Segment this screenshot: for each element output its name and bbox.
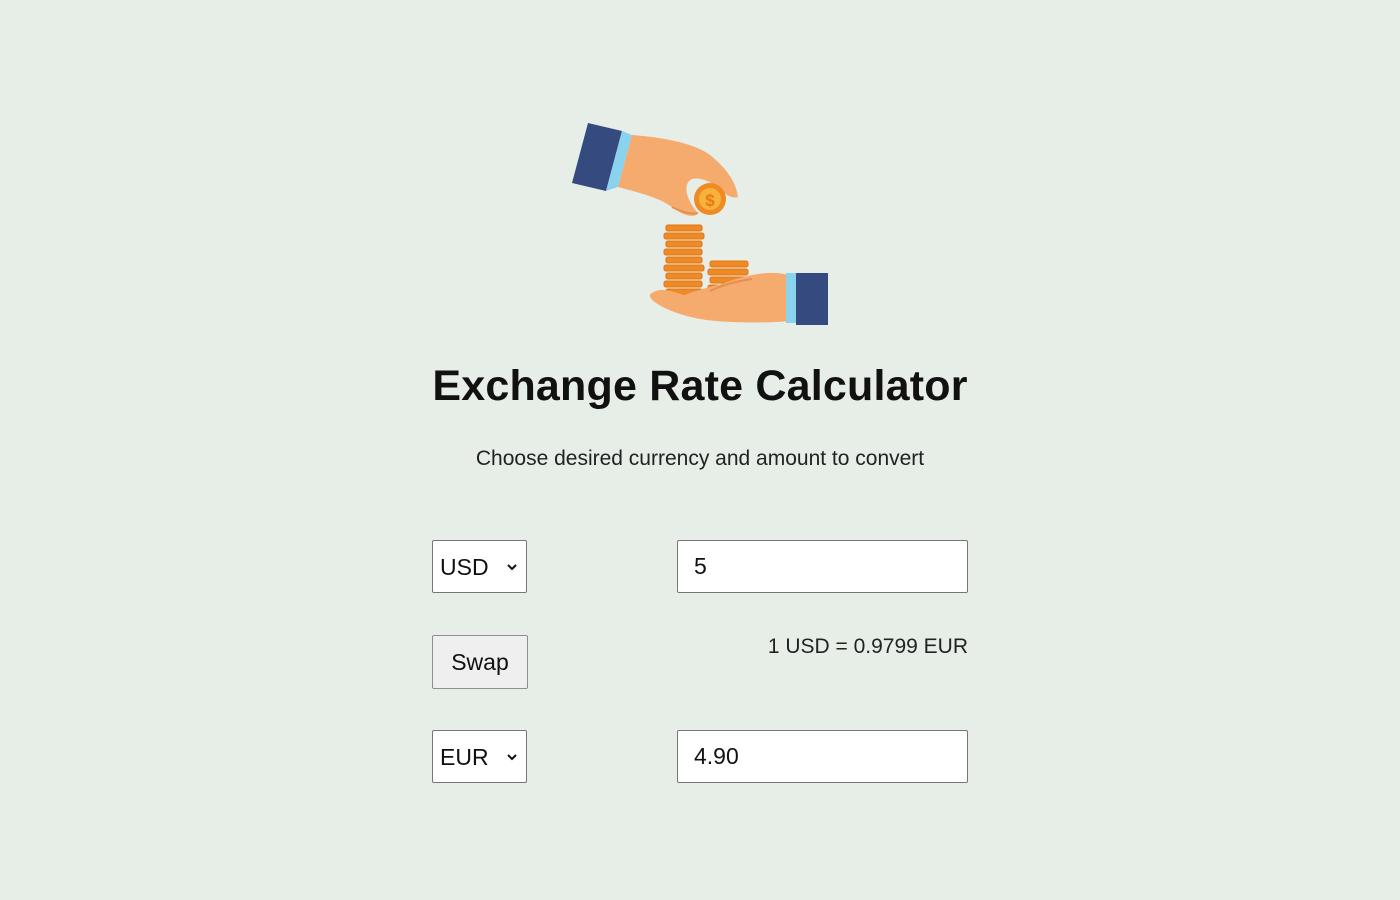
to-amount-input[interactable] [677,730,968,783]
from-currency-value: USD [440,554,489,580]
page-subtitle: Choose desired currency and amount to co… [475,447,925,470]
chevron-down-icon [507,564,517,571]
to-currency-select[interactable]: EUR [432,730,527,783]
svg-text:$: $ [705,191,715,210]
page-title: Exchange Rate Calculator [432,362,968,410]
hands-exchanging-coins-icon: $ [572,123,828,325]
from-currency-select[interactable]: USD [432,540,527,593]
exchange-rate-page: $ Exchange Rate Calculator Choose desire… [0,0,1400,900]
exchange-rate-text: 1 USD = 0.9799 EUR [767,635,968,658]
chevron-down-icon [507,754,517,761]
swap-button[interactable]: Swap [432,635,528,689]
from-amount-input[interactable] [677,540,968,593]
to-currency-value: EUR [440,744,489,770]
